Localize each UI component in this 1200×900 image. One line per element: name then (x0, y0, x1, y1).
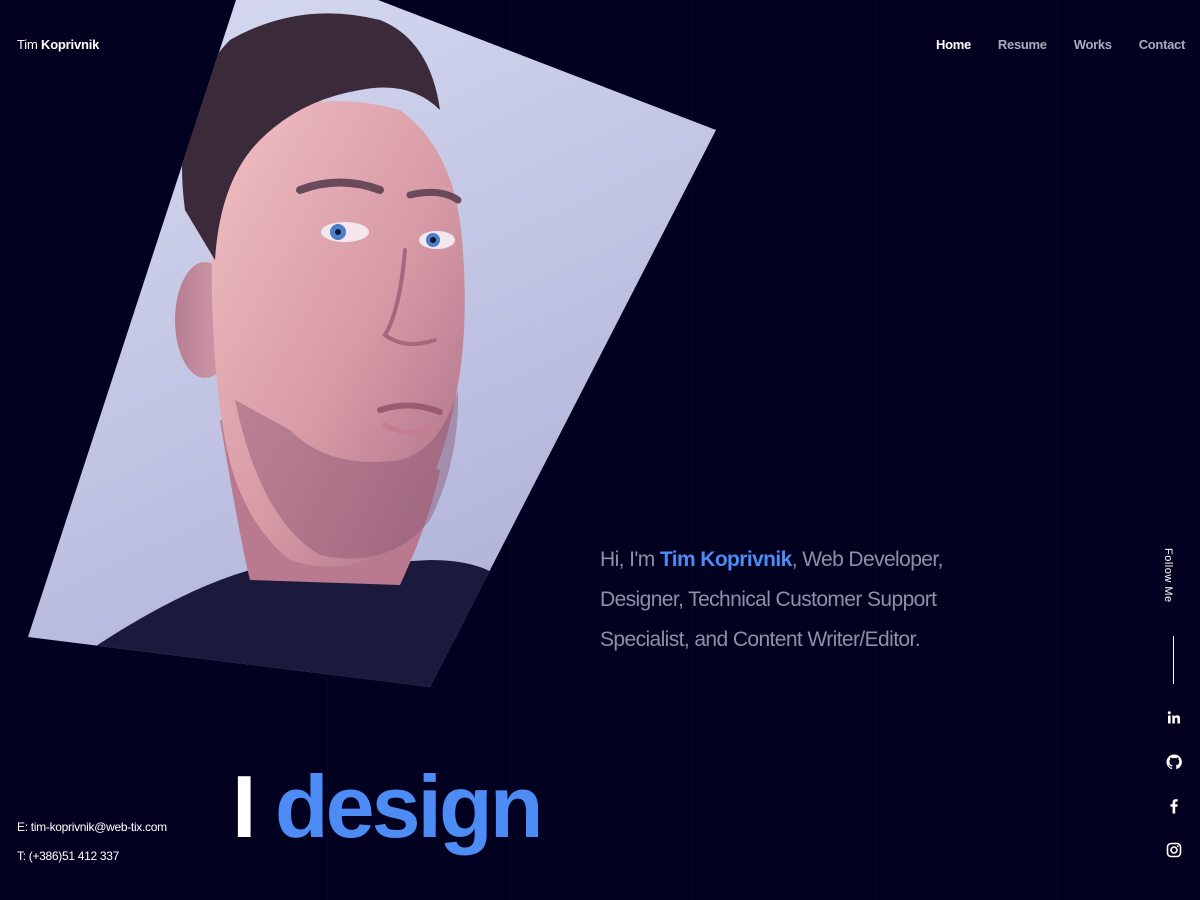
hero-heading-prefix: I (232, 757, 275, 856)
facebook-icon[interactable] (1166, 798, 1182, 814)
follow-divider (1173, 636, 1174, 684)
hero-heading-word: design (274, 757, 544, 856)
grid-line (875, 0, 876, 900)
page: Tim Koprivnik Home Resume Works Contact … (0, 0, 1200, 900)
intro-prefix: Hi, I'm (600, 548, 660, 571)
grid-line (1057, 0, 1058, 900)
social-follow: Follow Me (1154, 548, 1194, 868)
nav-home[interactable]: Home (936, 37, 971, 52)
intro-text: Hi, I'm Tim Koprivnik, Web Developer, De… (600, 540, 980, 660)
contact-info: E: tim-koprivnik@web-tix.com T: (+386)51… (17, 813, 167, 871)
github-icon[interactable] (1166, 754, 1182, 770)
site-logo[interactable]: Tim Koprivnik (17, 37, 99, 52)
logo-first-name: Tim (17, 37, 41, 52)
linkedin-icon[interactable] (1166, 710, 1182, 726)
logo-last-name: Koprivnik (41, 37, 100, 52)
instagram-icon[interactable] (1166, 842, 1182, 858)
hero-typed-heading: I design (232, 752, 544, 862)
contact-email[interactable]: E: tim-koprivnik@web-tix.com (17, 813, 167, 842)
nav-works[interactable]: Works (1074, 37, 1112, 52)
nav-resume[interactable]: Resume (998, 37, 1047, 52)
main-nav: Home Resume Works Contact (936, 37, 1185, 52)
contact-phone[interactable]: T: (+386)51 412 337 (17, 842, 167, 871)
follow-me-label: Follow Me (1162, 548, 1174, 603)
intro-name: Tim Koprivnik (659, 548, 792, 571)
nav-contact[interactable]: Contact (1139, 37, 1186, 52)
